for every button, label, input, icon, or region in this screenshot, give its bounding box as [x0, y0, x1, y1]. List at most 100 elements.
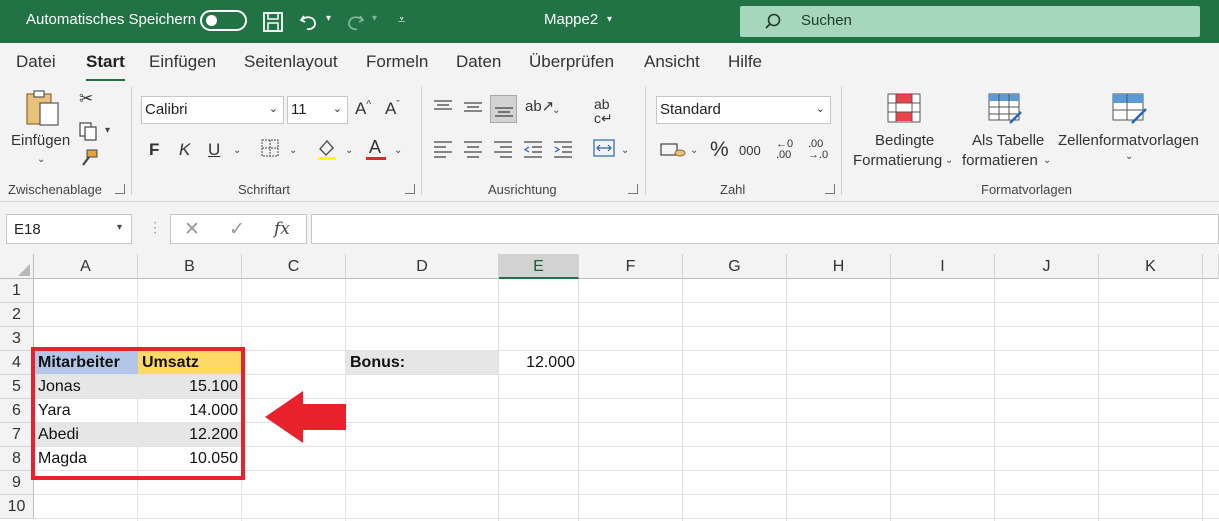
- autosave-toggle[interactable]: [200, 10, 247, 31]
- increase-decimal-icon[interactable]: ←0.00: [776, 139, 793, 161]
- row-header-6[interactable]: 6: [0, 399, 34, 423]
- increase-font-size-icon[interactable]: A^: [355, 100, 371, 117]
- number-format-select[interactable]: Standard ⌄: [656, 96, 831, 124]
- align-left-icon[interactable]: [433, 140, 453, 158]
- orientation-dropdown-icon[interactable]: ⌄: [552, 105, 560, 116]
- align-middle-icon[interactable]: [463, 99, 483, 115]
- number-launcher-icon[interactable]: [825, 184, 835, 194]
- font-color-icon[interactable]: A: [369, 138, 381, 156]
- enter-formula-icon[interactable]: ✓: [229, 218, 245, 241]
- percent-icon[interactable]: %: [710, 139, 729, 160]
- conditional-formatting-label2[interactable]: Formatierung: [853, 152, 942, 169]
- tab-start[interactable]: Start: [86, 52, 125, 82]
- increase-indent-icon[interactable]: [553, 140, 573, 158]
- column-header-c[interactable]: C: [242, 254, 346, 279]
- cell-styles-label[interactable]: Zellenformatvorlagen: [1058, 132, 1199, 149]
- fill-color-dropdown-icon[interactable]: ⌄: [345, 145, 353, 156]
- borders-icon[interactable]: [261, 139, 279, 157]
- insert-function-icon[interactable]: fx: [274, 219, 290, 239]
- paste-icon[interactable]: [24, 88, 62, 128]
- format-as-table-label2[interactable]: formatieren: [962, 152, 1038, 169]
- conditional-formatting-label1[interactable]: Bedingte: [875, 132, 934, 149]
- borders-dropdown-icon[interactable]: ⌄: [289, 145, 297, 156]
- name-box[interactable]: E18 ▾: [6, 214, 132, 244]
- tab-ueberpruefen[interactable]: Überprüfen: [529, 52, 614, 72]
- decrease-indent-icon[interactable]: [523, 140, 543, 158]
- search-box[interactable]: Suchen: [740, 6, 1200, 37]
- column-header-l[interactable]: [1203, 254, 1219, 279]
- row-header-10[interactable]: 10: [0, 495, 34, 519]
- title-dropdown-icon[interactable]: ▾: [607, 14, 612, 25]
- row-header-3[interactable]: 3: [0, 327, 34, 351]
- column-header-j[interactable]: J: [995, 254, 1099, 279]
- column-header-h[interactable]: H: [787, 254, 891, 279]
- column-header-a[interactable]: A: [34, 254, 138, 279]
- currency-dropdown-icon[interactable]: ⌄: [690, 145, 698, 156]
- undo-icon[interactable]: [298, 11, 320, 33]
- format-as-table-label1[interactable]: Als Tabelle: [972, 132, 1044, 149]
- format-painter-icon[interactable]: [79, 148, 99, 168]
- column-header-d[interactable]: D: [346, 254, 499, 279]
- conditional-formatting-icon[interactable]: [887, 93, 921, 123]
- align-top-icon[interactable]: [433, 99, 453, 115]
- cancel-formula-icon[interactable]: ✕: [184, 218, 200, 241]
- align-right-icon[interactable]: [493, 140, 513, 158]
- tab-daten[interactable]: Daten: [456, 52, 501, 72]
- cell-d4-bonus-label[interactable]: Bonus:: [346, 351, 498, 374]
- copy-icon[interactable]: [78, 121, 98, 141]
- row-header-9[interactable]: 9: [0, 471, 34, 495]
- font-name-select[interactable]: Calibri ⌄: [141, 96, 284, 124]
- font-color-dropdown-icon[interactable]: ⌄: [394, 145, 402, 156]
- row-header-4[interactable]: 4: [0, 351, 34, 375]
- row-header-5[interactable]: 5: [0, 375, 34, 399]
- paste-label[interactable]: Einfügen: [11, 132, 70, 149]
- cut-icon[interactable]: ✂: [79, 90, 93, 107]
- underline-button[interactable]: U: [208, 141, 220, 158]
- orientation-icon[interactable]: ab↗: [525, 99, 554, 114]
- column-header-b[interactable]: B: [138, 254, 242, 279]
- font-launcher-icon[interactable]: [405, 184, 415, 194]
- name-box-dropdown-icon[interactable]: ▾: [117, 222, 122, 233]
- tab-formeln[interactable]: Formeln: [366, 52, 428, 72]
- wrap-text-icon[interactable]: ab c↵: [594, 97, 613, 125]
- thousands-separator-button[interactable]: 000: [739, 144, 761, 157]
- row-header-8[interactable]: 8: [0, 447, 34, 471]
- fill-color-icon[interactable]: [316, 137, 338, 161]
- bold-button[interactable]: F: [149, 141, 159, 158]
- copy-dropdown-icon[interactable]: ▾: [105, 125, 110, 136]
- column-header-k[interactable]: K: [1099, 254, 1203, 279]
- clipboard-launcher-icon[interactable]: [115, 184, 125, 194]
- cell-styles-icon[interactable]: [1112, 93, 1148, 125]
- font-size-select[interactable]: 11 ⌄: [287, 96, 348, 124]
- save-icon[interactable]: [262, 11, 284, 33]
- column-header-i[interactable]: I: [891, 254, 995, 279]
- formula-input[interactable]: [311, 214, 1219, 244]
- cell-styles-dropdown-icon[interactable]: ⌄: [1125, 151, 1133, 162]
- decrease-font-size-icon[interactable]: Aˇ: [385, 100, 400, 117]
- cell-e4-bonus-value[interactable]: 12.000: [499, 351, 579, 374]
- format-as-table-dropdown-icon[interactable]: ⌄: [1043, 155, 1051, 166]
- row-header-7[interactable]: 7: [0, 423, 34, 447]
- italic-button[interactable]: K: [179, 141, 190, 158]
- column-header-e[interactable]: E: [499, 254, 579, 279]
- tab-seitenlayout[interactable]: Seitenlayout: [244, 52, 338, 72]
- underline-dropdown-icon[interactable]: ⌄: [233, 145, 241, 156]
- select-all-corner[interactable]: [0, 254, 34, 279]
- paste-dropdown-icon[interactable]: ⌄: [37, 154, 45, 165]
- tab-einfuegen[interactable]: Einfügen: [149, 52, 216, 72]
- currency-format-icon[interactable]: [660, 141, 686, 159]
- column-header-g[interactable]: G: [683, 254, 787, 279]
- row-header-1[interactable]: 1: [0, 279, 34, 303]
- alignment-launcher-icon[interactable]: [628, 184, 638, 194]
- merge-dropdown-icon[interactable]: ⌄: [621, 145, 629, 156]
- align-bottom-button[interactable]: [490, 95, 517, 123]
- undo-dropdown-icon[interactable]: ▾: [326, 13, 331, 24]
- tab-datei[interactable]: Datei: [16, 52, 56, 72]
- format-as-table-icon[interactable]: [988, 93, 1024, 125]
- conditional-formatting-dropdown-icon[interactable]: ⌄: [945, 155, 953, 166]
- tab-hilfe[interactable]: Hilfe: [728, 52, 762, 72]
- align-center-icon[interactable]: [463, 140, 483, 158]
- column-header-f[interactable]: F: [579, 254, 683, 279]
- tab-ansicht[interactable]: Ansicht: [644, 52, 700, 72]
- decrease-decimal-icon[interactable]: .00 →.0: [808, 139, 828, 161]
